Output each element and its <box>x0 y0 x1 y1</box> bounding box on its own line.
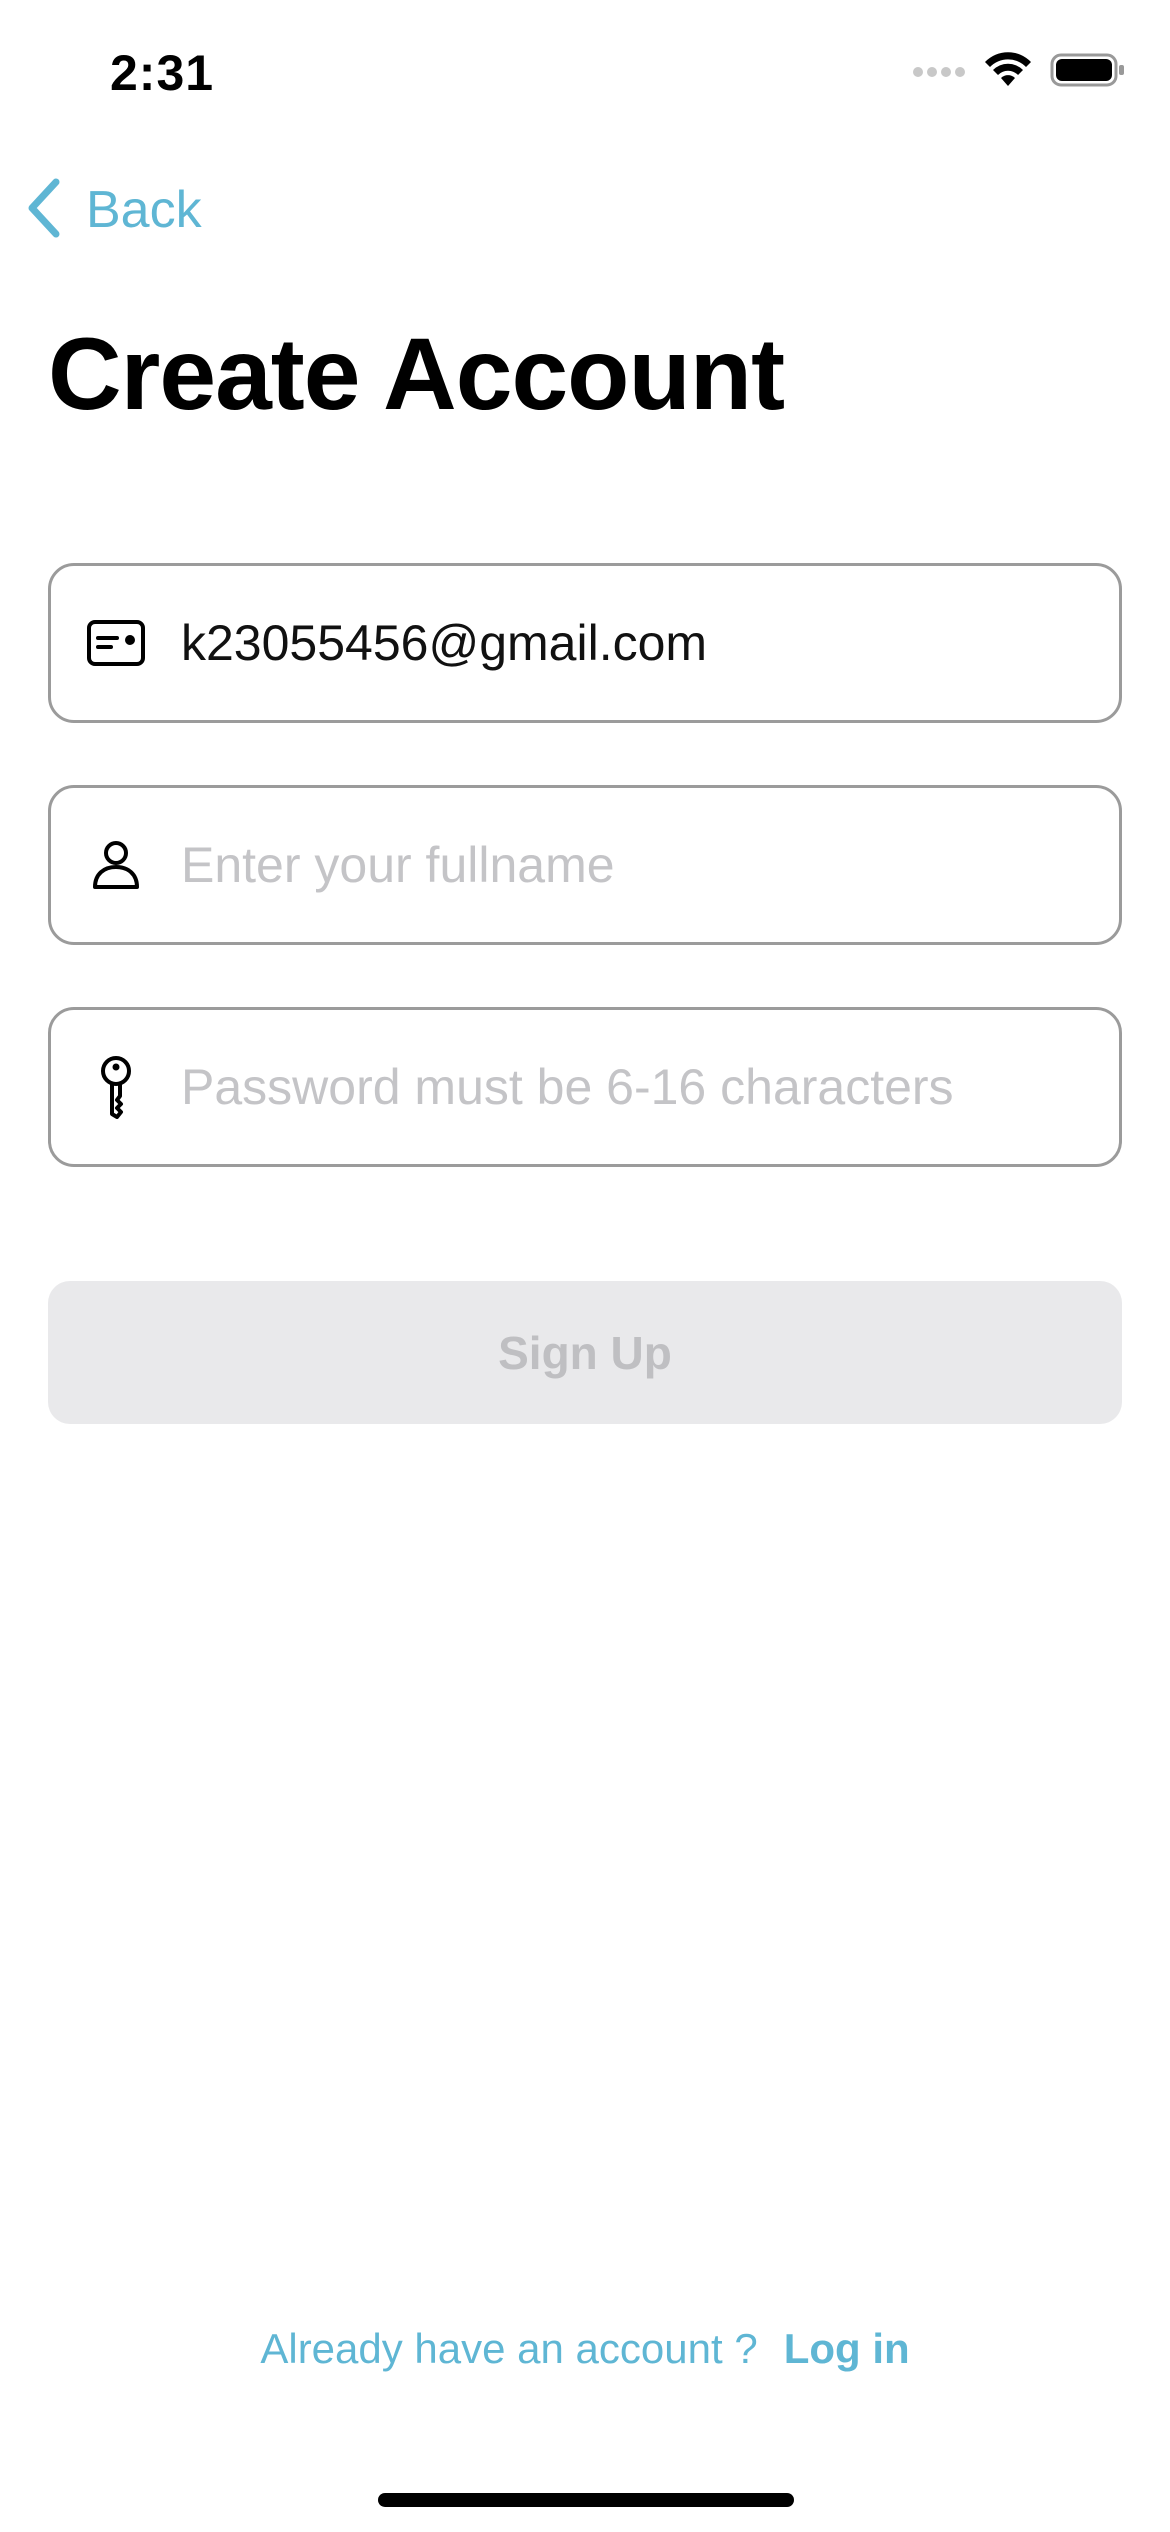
email-input[interactable] <box>181 566 1089 720</box>
login-prompt-text: Already have an account ? <box>260 2325 758 2372</box>
password-field[interactable] <box>48 1007 1122 1167</box>
home-indicator <box>378 2493 794 2507</box>
sign-up-button[interactable]: Sign Up <box>48 1281 1122 1424</box>
status-time: 2:31 <box>110 45 215 101</box>
id-card-icon <box>51 566 181 720</box>
wifi-icon <box>984 52 1032 93</box>
page-title: Create Account <box>48 317 785 431</box>
back-button[interactable]: Back <box>26 170 202 250</box>
fullname-input[interactable] <box>181 788 1089 942</box>
status-bar: 2:31 <box>0 0 1170 150</box>
password-input[interactable] <box>181 1010 1089 1164</box>
cellular-signal-icon <box>912 60 966 85</box>
battery-icon <box>1050 52 1126 93</box>
email-field[interactable] <box>48 563 1122 723</box>
key-icon <box>51 1010 181 1164</box>
log-in-link[interactable]: Log in <box>784 2325 910 2372</box>
fullname-field[interactable] <box>48 785 1122 945</box>
back-label: Back <box>86 181 202 239</box>
chevron-left-icon <box>26 178 62 243</box>
status-icons <box>912 52 1126 93</box>
person-icon <box>51 788 181 942</box>
login-prompt: Already have an account ? Log in <box>0 2325 1170 2373</box>
